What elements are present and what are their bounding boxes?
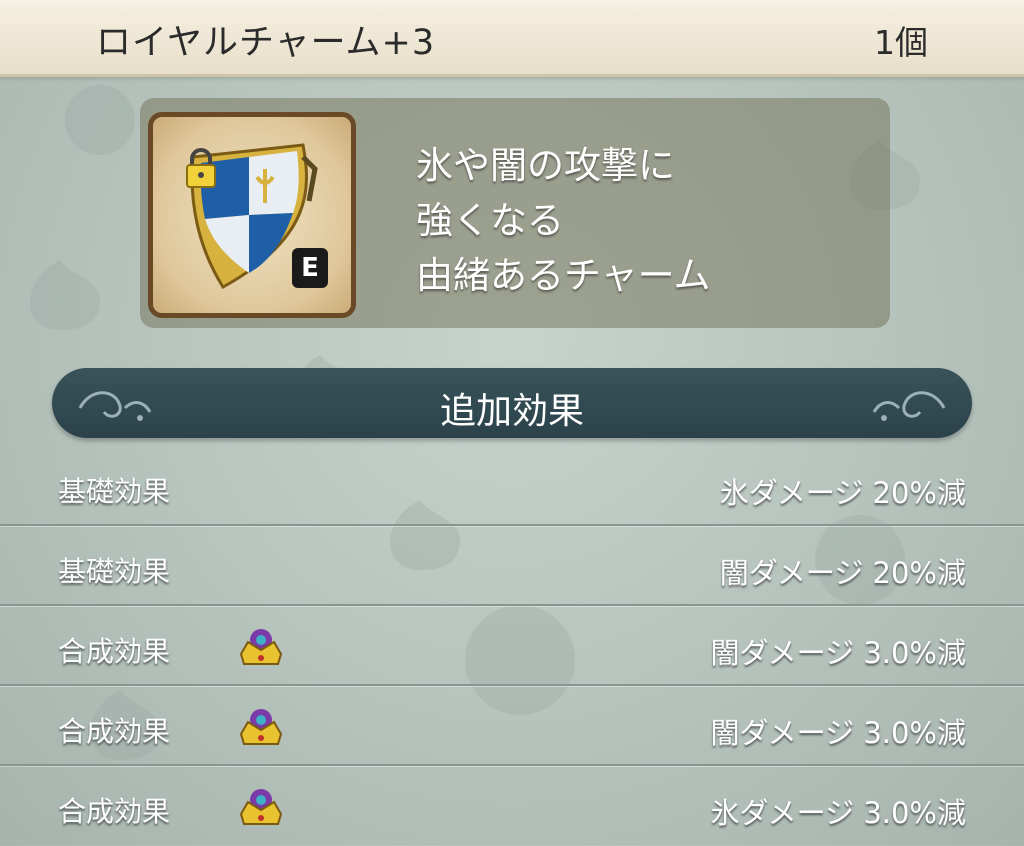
effect-value: 闇ダメージ 3.0%減 xyxy=(710,716,966,750)
effect-kind: 合成効果 xyxy=(58,795,171,828)
effect-value: 闇ダメージ 3.0%減 xyxy=(710,636,966,670)
effect-kind: 基礎効果 xyxy=(58,555,171,588)
item-count: 1個 xyxy=(874,23,928,62)
description-line: 由緒あるチャーム xyxy=(416,254,711,297)
effect-row: 合成効果 闇ダメージ 3.0%減 xyxy=(0,686,1024,766)
description-line: 強くなる xyxy=(416,199,564,242)
equipped-badge: E xyxy=(292,248,328,288)
effect-row: 合成効果 氷ダメージ 3.0%減 xyxy=(0,766,1024,846)
padlock-icon xyxy=(186,148,216,188)
additional-effects-header: 追加効果 xyxy=(52,368,972,438)
effect-value: 闇ダメージ 20%減 xyxy=(719,556,966,590)
effect-row: 合成効果 闇ダメージ 3.0%減 xyxy=(0,606,1024,686)
effect-row: 基礎効果 氷ダメージ 20%減 xyxy=(0,446,1024,526)
crown-icon xyxy=(239,789,283,825)
effect-kind: 合成効果 xyxy=(58,635,171,668)
effect-row: 基礎効果 闇ダメージ 20%減 xyxy=(0,526,1024,606)
crown-icon xyxy=(239,629,283,665)
effect-value: 氷ダメージ 3.0%減 xyxy=(710,796,966,830)
description-line: 氷や闇の攻撃に xyxy=(416,144,675,187)
crown-icon xyxy=(239,709,283,745)
item-name: ロイヤルチャーム+3 xyxy=(96,23,436,63)
ornament-right-icon xyxy=(872,391,946,421)
item-description: 氷や闇の攻撃に 強くなる 由緒あるチャーム xyxy=(416,138,711,303)
item-header: ロイヤルチャーム+3 1個 xyxy=(0,0,1024,77)
section-title: 追加効果 xyxy=(439,391,584,432)
effect-value: 氷ダメージ 20%減 xyxy=(719,476,966,510)
effect-kind: 合成効果 xyxy=(58,715,171,748)
effect-kind: 基礎効果 xyxy=(58,475,171,508)
